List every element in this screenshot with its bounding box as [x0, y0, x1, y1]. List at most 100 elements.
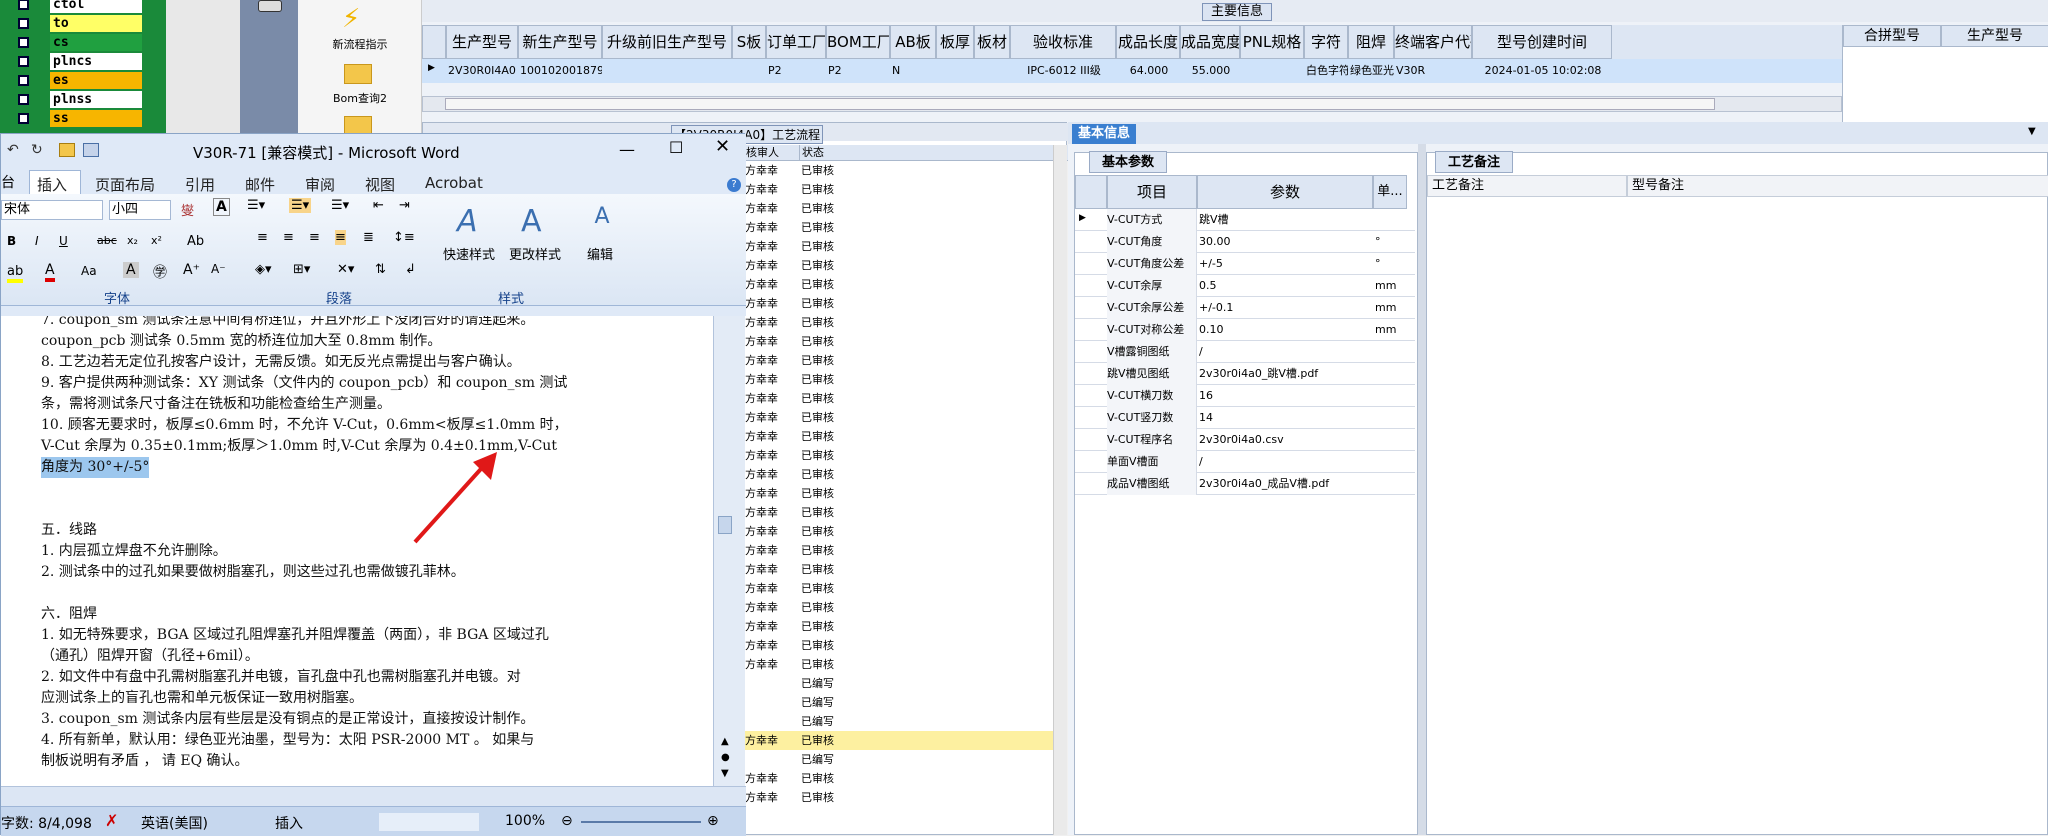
align-center-icon[interactable]: ≡: [283, 230, 294, 245]
checkbox[interactable]: [18, 75, 29, 86]
table-row[interactable]: V-CUT余厚 0.5 mm: [1075, 275, 1415, 297]
change-case-icon[interactable]: Aa: [81, 264, 97, 278]
new-flow-label[interactable]: 新流程指示: [298, 36, 422, 52]
change-styles-label[interactable]: 更改样式: [509, 244, 561, 263]
horizontal-scrollbar[interactable]: [422, 96, 1842, 112]
minimize-button[interactable]: —: [619, 140, 635, 159]
vertical-scrollbar[interactable]: [1053, 145, 1067, 835]
font-color-icon[interactable]: A: [45, 262, 55, 282]
next-page-icon[interactable]: ▼: [721, 768, 729, 779]
list-item[interactable]: es: [12, 72, 142, 89]
open-icon[interactable]: [59, 143, 75, 157]
grow-font-icon[interactable]: A⁺: [183, 262, 200, 278]
quick-styles-label[interactable]: 快速样式: [443, 244, 495, 263]
edit-label[interactable]: 编辑: [587, 244, 613, 263]
table-row[interactable]: 单面V槽面 /: [1075, 451, 1415, 473]
shrink-font-icon[interactable]: A⁻: [211, 262, 226, 276]
increase-indent-icon[interactable]: ⇥: [399, 198, 410, 213]
phonetic-icon[interactable]: 燮: [181, 200, 194, 219]
help-icon[interactable]: ?: [727, 178, 741, 192]
zoom-slider[interactable]: [581, 821, 701, 823]
maximize-button[interactable]: ☐: [669, 138, 683, 157]
table-row[interactable]: V-CUT角度 30.00 °: [1075, 231, 1415, 253]
proofing-icon[interactable]: ✗: [105, 811, 118, 830]
justify-icon[interactable]: ≡: [335, 230, 346, 245]
sort-icon[interactable]: ⇅: [375, 262, 386, 277]
char-border-icon[interactable]: A: [213, 198, 230, 216]
borders-icon[interactable]: ⊞▾: [293, 262, 310, 277]
bold-icon[interactable]: B: [7, 234, 16, 248]
browse-object-icon[interactable]: ●: [721, 752, 730, 763]
doc-vertical-scrollbar[interactable]: ▲ ● ▼: [713, 316, 745, 786]
quick-styles-icon[interactable]: A: [457, 204, 478, 239]
table-row[interactable]: ▶ 2V30R0I4A0 10010200187935 P2 P2 N IPC-6012 I…: [422, 59, 1842, 83]
insert-mode[interactable]: 插入: [275, 813, 303, 833]
tab-layout[interactable]: 页面布局: [95, 174, 155, 195]
tab-home-partial[interactable]: 台: [1, 172, 15, 192]
tab-references[interactable]: 引用: [185, 174, 215, 195]
tab-remarks[interactable]: 工艺备注: [1435, 151, 1514, 173]
subscript-icon[interactable]: x₂: [127, 234, 138, 247]
table-row[interactable]: V-CUT角度公差 +/-5 °: [1075, 253, 1415, 275]
close-button[interactable]: ✕: [715, 136, 730, 157]
enclose-char-icon[interactable]: ㊫: [153, 262, 167, 282]
decrease-indent-icon[interactable]: ⇤: [373, 198, 384, 213]
tab-basic-params[interactable]: 基本参数: [1089, 151, 1168, 173]
bullets-icon[interactable]: ☰▾: [247, 198, 265, 213]
table-row[interactable]: 成品V槽图纸 2v30r0i4a0_成品V槽.pdf: [1075, 473, 1415, 495]
save-icon[interactable]: [83, 143, 99, 157]
tab-mailings[interactable]: 邮件: [245, 174, 275, 195]
underline-icon[interactable]: U: [59, 234, 68, 248]
numbering-icon[interactable]: ☰▾: [289, 198, 312, 213]
checkbox[interactable]: [18, 94, 29, 105]
bom-query-label[interactable]: Bom查询2: [298, 90, 422, 106]
table-row[interactable]: 跳V槽见图纸 2v30r0i4a0_跳V槽.pdf: [1075, 363, 1415, 385]
table-row[interactable]: V-CUT对称公差 0.10 mm: [1075, 319, 1415, 341]
tab-acrobat[interactable]: Acrobat: [425, 174, 483, 192]
view-buttons[interactable]: [379, 813, 479, 831]
superscript-icon[interactable]: x²: [151, 234, 162, 247]
checkbox[interactable]: [18, 37, 29, 48]
doc-scroll-thumb[interactable]: [718, 516, 732, 534]
list-item[interactable]: ss: [12, 110, 142, 127]
table-row[interactable]: V-CUT程序名 2v30r0i4a0.csv: [1075, 429, 1415, 451]
distribute-icon[interactable]: ≣: [363, 230, 374, 245]
list-item[interactable]: ctol: [12, 0, 142, 13]
binoculars-icon[interactable]: [258, 0, 282, 12]
list-item[interactable]: plnss: [12, 91, 142, 108]
change-styles-icon[interactable]: A: [521, 204, 542, 239]
list-item[interactable]: cs: [12, 34, 142, 51]
shading-icon[interactable]: ◈▾: [255, 262, 272, 277]
tab-view[interactable]: 视图: [365, 174, 395, 195]
align-left-icon[interactable]: ≡: [257, 230, 268, 245]
document-page[interactable]: 7. coupon_sm 测试条注意中间有桥连位，并且外形上下没闭合好的请连起来…: [1, 316, 713, 786]
char-shading-icon[interactable]: A: [123, 262, 139, 278]
checkbox[interactable]: [18, 56, 29, 67]
align-right-icon[interactable]: ≡: [309, 230, 320, 245]
line-spacing-icon[interactable]: ↕≡: [393, 230, 415, 245]
table-row[interactable]: V-CUT余厚公差 +/-0.1 mm: [1075, 297, 1415, 319]
strikethrough-icon[interactable]: abc: [97, 234, 117, 247]
zoom-in-icon[interactable]: ⊕: [707, 813, 719, 829]
clear-format-icon[interactable]: Ab: [187, 234, 204, 249]
tab-review[interactable]: 审阅: [305, 174, 335, 195]
edit-icon[interactable]: A: [587, 204, 617, 232]
font-name-select[interactable]: 宋体: [1, 200, 103, 220]
table-row[interactable]: ▶ V-CUT方式 跳V槽: [1075, 209, 1415, 231]
prev-page-icon[interactable]: ▲: [721, 736, 729, 747]
checkbox[interactable]: [18, 0, 29, 10]
word-count[interactable]: 字数: 8/4,098: [1, 813, 92, 833]
asian-layout-icon[interactable]: ✕▾: [337, 262, 354, 277]
table-row[interactable]: V-CUT竖刀数 14: [1075, 407, 1415, 429]
language-status[interactable]: 英语(美国): [141, 813, 208, 833]
font-size-select[interactable]: 小四: [109, 200, 171, 220]
zoom-out-icon[interactable]: ⊖: [561, 813, 573, 829]
multilevel-icon[interactable]: ☰▾: [331, 198, 349, 213]
italic-icon[interactable]: I: [35, 234, 39, 248]
splitter[interactable]: [1418, 144, 1426, 835]
scroll-thumb[interactable]: [445, 98, 1715, 110]
show-marks-icon[interactable]: ↲: [405, 262, 416, 277]
undo-icon[interactable]: ↶: [7, 142, 19, 158]
checkbox[interactable]: [18, 18, 29, 29]
checkbox[interactable]: [18, 113, 29, 124]
